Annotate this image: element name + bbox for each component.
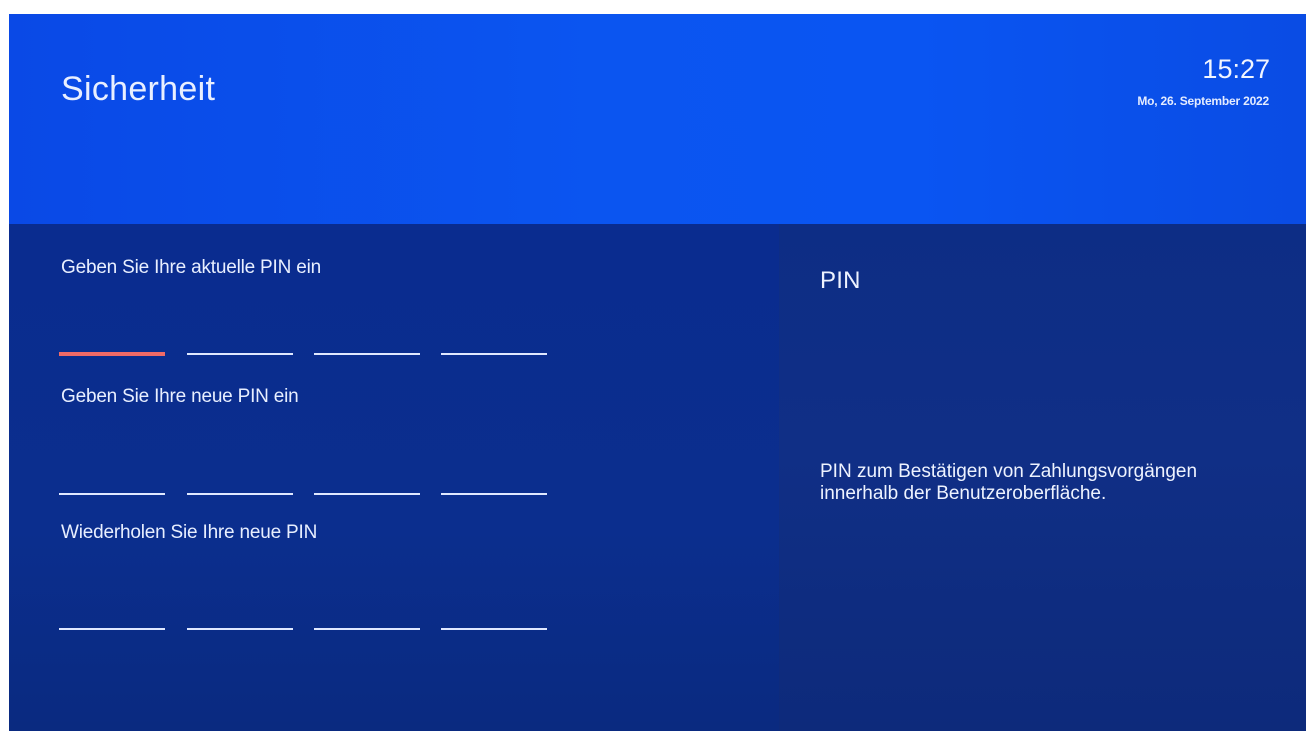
- current-pin-digit-1[interactable]: [59, 352, 165, 356]
- clock-time: 15:27: [1202, 54, 1270, 84]
- current-pin-digit-4[interactable]: [441, 353, 547, 355]
- new-pin-label: Geben Sie Ihre neue PIN ein: [61, 386, 299, 407]
- page-title: Sicherheit: [61, 70, 216, 108]
- new-pin-digit-4[interactable]: [441, 493, 547, 495]
- new-pin-digit-3[interactable]: [314, 493, 420, 495]
- repeat-pin-digit-1[interactable]: [59, 628, 165, 630]
- repeat-pin-digit-3[interactable]: [314, 628, 420, 630]
- help-description: PIN zum Bestätigen von Zahlungsvorgängen…: [820, 461, 1198, 504]
- new-pin-digit-2[interactable]: [187, 493, 293, 495]
- current-pin-label: Geben Sie Ihre aktuelle PIN ein: [61, 257, 321, 278]
- tv-screen: Sicherheit 15:27 Mo, 26. September 2022 …: [9, 14, 1306, 731]
- current-pin-digit-3[interactable]: [314, 353, 420, 355]
- help-panel: PIN PIN zum Bestätigen von Zahlungsvorgä…: [779, 224, 1306, 731]
- repeat-pin-digit-4[interactable]: [441, 628, 547, 630]
- clock-date: Mo, 26. September 2022: [1137, 94, 1269, 108]
- header-bar: Sicherheit 15:27 Mo, 26. September 2022: [9, 14, 1306, 224]
- pin-form-panel: Geben Sie Ihre aktuelle PIN ein Geben Si…: [9, 224, 779, 731]
- repeat-pin-input[interactable]: [59, 628, 549, 631]
- repeat-pin-label: Wiederholen Sie Ihre neue PIN: [61, 522, 318, 543]
- new-pin-digit-1[interactable]: [59, 493, 165, 495]
- current-pin-input[interactable]: [59, 352, 549, 356]
- repeat-pin-digit-2[interactable]: [187, 628, 293, 630]
- current-pin-digit-2[interactable]: [187, 353, 293, 355]
- help-title: PIN: [820, 267, 861, 294]
- new-pin-input[interactable]: [59, 493, 549, 496]
